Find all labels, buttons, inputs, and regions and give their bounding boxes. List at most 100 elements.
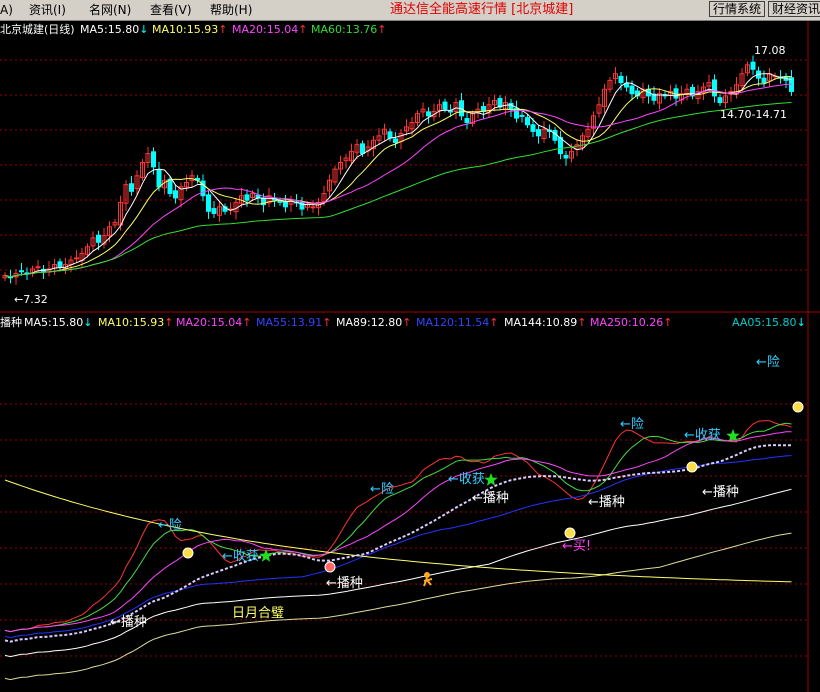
- indicator-text: MA10:15.93: [98, 316, 165, 329]
- candle-body: [151, 151, 156, 168]
- candle-body: [277, 200, 283, 203]
- lower_panel-title: 播种: [0, 316, 22, 329]
- candle-body: [35, 266, 41, 269]
- indicator-text: MA5:15.80: [24, 316, 84, 329]
- danger-signal: ←险: [370, 482, 394, 497]
- menu-item-system[interactable]: A): [0, 2, 13, 18]
- star-icon: [484, 473, 498, 486]
- indicator-text: MA5:15.80: [80, 23, 140, 36]
- candle-body: [464, 118, 470, 124]
- signal-dot-icon: [182, 547, 194, 559]
- indicator-text: MA10:15.93: [152, 23, 219, 36]
- range-label: 14.70-14.71: [720, 108, 787, 121]
- indicator-value: MA5:15.80↓: [24, 316, 92, 330]
- indicator-text: AA05:15.80: [732, 316, 797, 329]
- harvest-signal: ←收获: [684, 428, 721, 443]
- sow-signal: ←播种: [110, 615, 147, 630]
- quote-system-button[interactable]: 行情系统: [709, 1, 766, 17]
- candle-body: [618, 75, 624, 84]
- candle-body: [244, 194, 250, 201]
- candle-body: [717, 97, 723, 104]
- candle-body: [519, 114, 525, 117]
- sow-signal: ←播种: [702, 485, 739, 500]
- menu-item-info[interactable]: 资讯(I): [29, 2, 66, 18]
- candle-body: [156, 169, 162, 188]
- upper_panel-title: 北京城建(日线): [0, 23, 75, 36]
- candle-body: [360, 143, 365, 155]
- indicator-value: MA10:15.93↑: [152, 23, 227, 37]
- candle-body: [712, 79, 717, 97]
- signal-dot-icon: [324, 561, 336, 573]
- indicator-value: MA20:15.04↑: [176, 316, 251, 330]
- candle-body: [129, 183, 134, 192]
- candle-body: [536, 129, 541, 137]
- indicator-value: MA250:10.26↑: [590, 316, 672, 330]
- menu-item-web[interactable]: 名网(N): [89, 2, 131, 18]
- indicator-value: MA20:15.04↑: [232, 23, 307, 37]
- indicator-value: MA5:15.80↓: [80, 23, 148, 37]
- indicator-text: MA60:13.76: [311, 23, 378, 36]
- high-price-label: 17.08: [754, 44, 786, 57]
- signal-dot-icon: [792, 401, 804, 413]
- candle-body: [393, 138, 398, 143]
- candle-body: [57, 261, 63, 268]
- ma10-line: [4, 75, 792, 278]
- runner-icon: [423, 577, 433, 587]
- stock-chart-window: { "menu": { "item0": "A)", "item1": "资讯(…: [0, 0, 820, 692]
- lower-ma20-line: [4, 431, 792, 633]
- candle-body: [530, 124, 536, 132]
- indicator-text: MA89:12.80: [336, 316, 403, 329]
- arrow-up-icon: ↑: [663, 316, 673, 329]
- candle-body: [761, 77, 767, 84]
- indicator-value: MA89:12.80↑: [336, 316, 411, 330]
- candle-body: [74, 257, 79, 260]
- indicator-text: MA55:13.91: [256, 316, 323, 329]
- arrow-up-icon: ↑: [377, 23, 387, 36]
- sun-moon-signal: 日月合璧: [232, 605, 284, 621]
- indicator-value: MA10:15.93↑: [98, 316, 173, 330]
- sow-signal: ←播种: [588, 495, 625, 510]
- indicator-text: MA20:15.04: [176, 316, 243, 329]
- low-price-label: ←7.32: [14, 293, 48, 306]
- candle-body: [426, 111, 431, 117]
- candle-body: [167, 178, 173, 195]
- candle-body: [750, 61, 756, 70]
- arrow-up-icon: ↑: [164, 316, 174, 329]
- arrow-up-icon: ↑: [298, 23, 308, 36]
- app-title: 通达信全能高速行情 [北京城建]: [390, 2, 574, 17]
- candle-body: [387, 131, 393, 139]
- harvest-signal: ←收获: [448, 472, 485, 487]
- indicator-text: MA120:11.54: [416, 316, 490, 329]
- sow-signal: ←播种: [472, 491, 509, 506]
- indicator-value: MA144:10.89↑: [504, 316, 586, 330]
- menu-item-help[interactable]: 帮助(H): [210, 2, 252, 18]
- menu-item-view[interactable]: 查看(V): [150, 2, 192, 18]
- arrow-up-icon: ↑: [242, 316, 252, 329]
- arrow-down-icon: ↓: [796, 316, 806, 329]
- arrow-up-icon: ↑: [218, 23, 228, 36]
- lower-ma10-line: [4, 422, 792, 633]
- signal-dot-icon: [564, 527, 576, 539]
- ma60-line: [4, 101, 792, 278]
- runner-icon: [424, 572, 430, 578]
- star-icon: [259, 549, 273, 562]
- arrow-up-icon: ↑: [322, 316, 332, 329]
- candle-body: [442, 101, 448, 110]
- candle-body: [173, 190, 178, 199]
- lower-ma55-line: [4, 455, 792, 639]
- arrow-up-icon: ↑: [489, 316, 499, 329]
- harvest-signal: ←收获: [222, 549, 259, 564]
- candle-body: [563, 154, 569, 159]
- arrow-up-icon: ↑: [577, 316, 587, 329]
- sow-signal: ←播种: [326, 576, 363, 591]
- danger-signal: ←险: [756, 355, 780, 370]
- candle-body: [448, 110, 453, 113]
- finance-info-button[interactable]: 财经资讯: [768, 1, 820, 17]
- arrow-down-icon: ↓: [139, 23, 149, 36]
- candle-body: [211, 208, 217, 214]
- candle-body: [558, 137, 563, 155]
- arrow-up-icon: ↑: [402, 316, 412, 329]
- indicator-text: MA144:10.89: [504, 316, 578, 329]
- candle-body: [525, 117, 530, 126]
- signal-dot-icon: [686, 461, 698, 473]
